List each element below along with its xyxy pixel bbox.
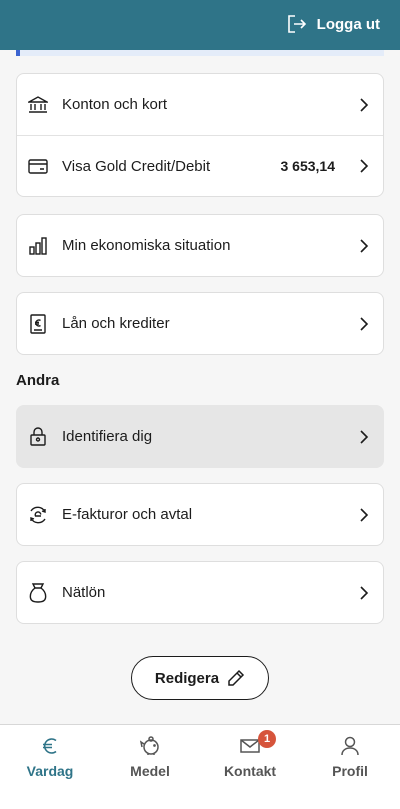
chevron-right-icon	[357, 507, 371, 522]
identify-label: Identifiera dig	[62, 428, 153, 445]
loans-and-credits-row[interactable]: Lån och krediter	[17, 293, 383, 354]
bottom-navigation: Vardag Medel 1 Kontakt Profil	[0, 724, 400, 809]
notification-badge: 1	[258, 730, 276, 748]
logout-icon	[287, 15, 306, 33]
nav-label: Medel	[130, 763, 170, 779]
euro-document-icon	[27, 313, 49, 335]
mail-icon	[240, 735, 260, 757]
accounts-card: Konton och kort Visa Gold Credit/Debit 3…	[16, 73, 384, 197]
pencil-icon	[228, 669, 245, 686]
nav-vardag[interactable]: Vardag	[0, 725, 100, 809]
visa-card-balance: 3 653,14	[280, 158, 336, 174]
einvoice-label: E-fakturor och avtal	[62, 506, 193, 523]
chevron-right-icon	[357, 159, 371, 173]
visa-card-row[interactable]: Visa Gold Credit/Debit 3 653,14	[17, 135, 383, 196]
logout-label: Logga ut	[316, 15, 380, 33]
nav-medel[interactable]: Medel	[100, 725, 200, 809]
economic-situation-label: Min ekonomiska situation	[62, 237, 231, 254]
section-title-other: Andra	[16, 372, 60, 389]
chevron-right-icon	[357, 238, 371, 253]
accounts-and-cards-row[interactable]: Konton och kort	[17, 74, 383, 135]
money-bag-icon	[27, 582, 49, 604]
identify-card: Identifiera dig	[16, 405, 384, 468]
lock-icon	[27, 426, 49, 448]
edit-button[interactable]: Redigera	[131, 656, 269, 700]
euro-icon	[41, 735, 59, 757]
loans-card: Lån och krediter	[16, 292, 384, 355]
einvoice-card: E-fakturor och avtal	[16, 483, 384, 546]
salary-card: Nätlön	[16, 561, 384, 624]
salary-row[interactable]: Nätlön	[17, 562, 383, 623]
visa-card-label: Visa Gold Credit/Debit	[62, 157, 211, 175]
chevron-right-icon	[357, 429, 371, 444]
e-invoice-icon	[27, 504, 49, 526]
user-icon	[341, 735, 359, 757]
edit-button-label: Redigera	[154, 669, 220, 687]
bank-icon	[27, 94, 49, 116]
chevron-right-icon	[357, 97, 371, 112]
piggy-bank-icon	[139, 735, 161, 757]
top-bar: Logga ut	[0, 0, 400, 50]
credit-card-icon	[27, 155, 49, 177]
nav-profil[interactable]: Profil	[300, 725, 400, 809]
logout-button[interactable]: Logga ut	[287, 15, 380, 33]
salary-label: Nätlön	[62, 584, 106, 601]
economic-situation-row[interactable]: Min ekonomiska situation	[17, 215, 383, 276]
accounts-and-cards-label: Konton och kort	[62, 96, 168, 113]
bar-chart-icon	[27, 235, 49, 257]
nav-kontakt[interactable]: 1 Kontakt	[200, 725, 300, 809]
identify-row[interactable]: Identifiera dig	[17, 406, 383, 467]
chevron-right-icon	[357, 316, 371, 331]
nav-label: Kontakt	[223, 763, 277, 779]
nav-label: Vardag	[26, 763, 74, 779]
info-banner-edge	[16, 50, 384, 56]
chevron-right-icon	[357, 585, 371, 600]
economy-card: Min ekonomiska situation	[16, 214, 384, 277]
loans-and-credits-label: Lån och krediter	[62, 315, 170, 332]
einvoice-row[interactable]: E-fakturor och avtal	[17, 484, 383, 545]
nav-label: Profil	[332, 763, 368, 779]
